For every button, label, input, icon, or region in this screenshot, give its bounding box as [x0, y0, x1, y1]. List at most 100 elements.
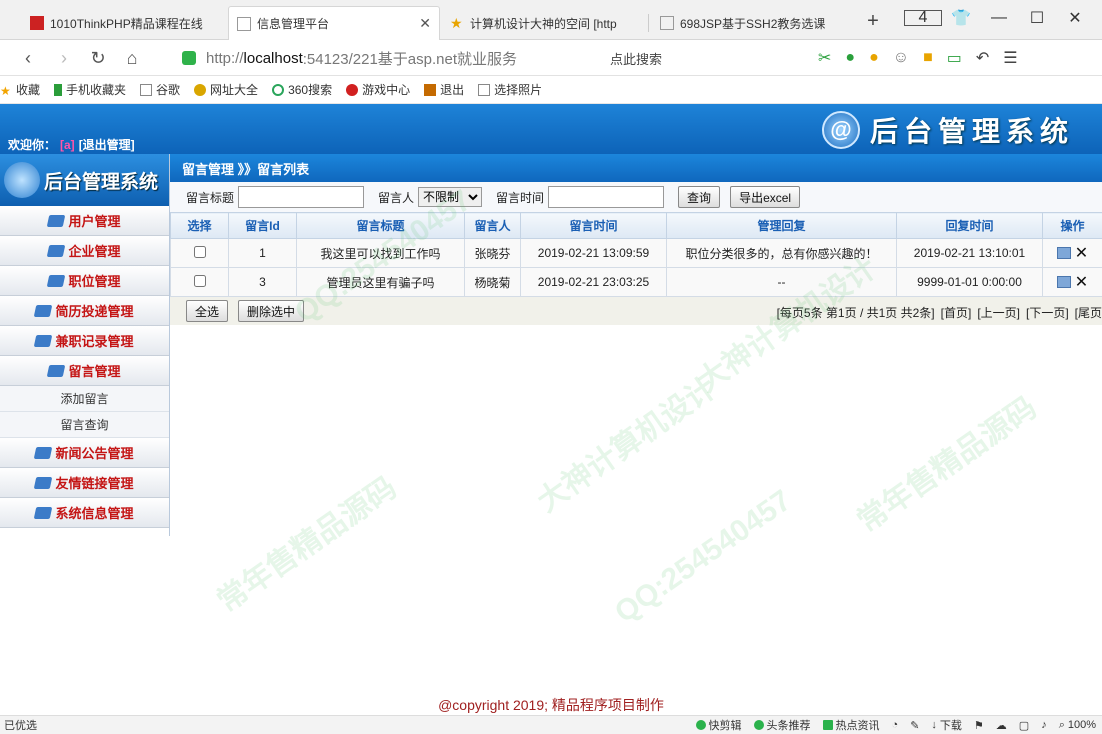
coin-icon[interactable]: ●: [869, 49, 879, 67]
status-download[interactable]: ↓ 下载: [931, 717, 962, 733]
delete-icon[interactable]: ✕: [1075, 245, 1088, 262]
speed-icon[interactable]: ◔: [892, 719, 899, 731]
cell-time: 2019-02-21 23:03:25: [520, 267, 667, 297]
welcome-bar: 欢迎你： [a] [退出管理]: [8, 138, 135, 152]
tab-count-badge[interactable]: 4: [904, 9, 942, 27]
tab-title: 698JSP基于SSH2教务选课: [680, 16, 826, 31]
browser-nav-bar: ‹ › ↻ ⌂ http://localhost:54123/221基于asp.…: [0, 40, 1102, 76]
menu-icon[interactable]: ☰: [1003, 48, 1017, 68]
tab-close-icon[interactable]: ✕: [419, 15, 431, 32]
bookmark-games[interactable]: 游戏中心: [346, 81, 410, 98]
maximize-icon[interactable]: ☐: [1018, 8, 1056, 28]
status-tools: 快剪辑 头条推荐 热点资讯 ◔ ✎ ↓ 下载 ⚑ ☁ ▢ ♪ ⌕ 100%: [695, 717, 1102, 733]
menu-item-icon: [47, 244, 66, 257]
tab-title: 信息管理平台: [257, 17, 330, 31]
status-quick-clip[interactable]: 快剪辑: [695, 717, 742, 733]
sidebar-item-parttime[interactable]: 兼职记录管理: [0, 326, 169, 356]
flag-icon[interactable]: ⚑: [974, 719, 984, 732]
watermark: 常年售精品源码: [851, 391, 1043, 539]
bookmark-mobile[interactable]: 手机收藏夹: [54, 81, 126, 98]
forward-icon[interactable]: ›: [52, 46, 76, 70]
play-icon: [695, 720, 706, 730]
row-checkbox[interactable]: [193, 274, 206, 287]
bookmark-exit[interactable]: 退出: [424, 81, 464, 98]
browser-tab-2[interactable]: 信息管理平台 ✕: [228, 6, 440, 40]
refresh-icon[interactable]: ↻: [86, 46, 110, 70]
select-all-button[interactable]: 全选: [186, 300, 229, 322]
battery-icon[interactable]: ▭: [947, 48, 962, 68]
system-title: @ 后台管理系统: [821, 110, 1074, 150]
volume-icon[interactable]: ♪: [1041, 719, 1047, 731]
play-icon: [753, 720, 764, 730]
close-window-icon[interactable]: ✕: [1056, 8, 1094, 28]
sidebar-item-news[interactable]: 新闻公告管理: [0, 438, 169, 468]
username[interactable]: [a]: [60, 138, 75, 152]
browser-tab-1[interactable]: 1010ThinkPHP精品课程在线: [22, 6, 228, 40]
mail-icon[interactable]: ☺: [893, 49, 909, 67]
cell-reply: 职位分类很多的，总有你感兴趣的！: [666, 238, 897, 268]
cell-title: 我这里可以找到工作吗: [296, 238, 465, 268]
status-hot-news[interactable]: 热点资讯: [822, 717, 880, 733]
bookmark-google[interactable]: 谷歌: [140, 81, 180, 98]
browser-tab-4[interactable]: 698JSP基于SSH2教务选课: [652, 6, 852, 40]
pager-first[interactable]: [首页]: [941, 304, 972, 321]
star-icon: ★: [0, 83, 11, 98]
submenu-add-message[interactable]: 添加留言: [0, 386, 169, 412]
cloud-icon[interactable]: ☁: [996, 719, 1007, 732]
sidebar: 后台管理系统 用户管理 企业管理 职位管理 简历投递管理 兼职记录管理 留言管理…: [0, 154, 170, 536]
col-reply-time: 回复时间: [896, 212, 1043, 239]
sidebar-item-messages[interactable]: 留言管理: [0, 356, 169, 386]
pager-last[interactable]: [尾页: [1075, 304, 1102, 321]
browser-extensions: ✂ ● ● ☺ ■ ▭ ↶ ☰: [818, 48, 1018, 68]
title-filter-input[interactable]: [238, 186, 365, 208]
translate-icon[interactable]: ●: [845, 49, 855, 67]
sidebar-item-users[interactable]: 用户管理: [0, 206, 169, 236]
browser-search-input[interactable]: 点此搜索: [604, 45, 794, 71]
pager-prev[interactable]: [上一页]: [977, 304, 1020, 321]
menu-item-icon: [47, 214, 66, 227]
globe-icon: [194, 83, 207, 96]
sidebar-item-jobs[interactable]: 职位管理: [0, 266, 169, 296]
export-excel-button[interactable]: 导出excel: [730, 186, 801, 208]
undo-icon[interactable]: ↶: [976, 48, 989, 68]
zoom-control[interactable]: ⌕ 100%: [1059, 719, 1096, 732]
address-bar[interactable]: http://localhost:54123/221基于asp.net就业服务: [170, 45, 590, 71]
bookmark-favorites[interactable]: ★ 收藏: [0, 81, 40, 98]
sidebar-item-sysinfo[interactable]: 系统信息管理: [0, 498, 169, 528]
app-header: 欢迎你： [a] [退出管理] @ 后台管理系统: [0, 104, 1102, 154]
logout-link[interactable]: [退出管理]: [79, 138, 135, 152]
scissors-icon[interactable]: ✂: [818, 48, 831, 68]
minimize-icon[interactable]: —: [980, 9, 1018, 27]
edit-icon[interactable]: [1056, 276, 1071, 288]
skin-icon[interactable]: 👕: [942, 8, 980, 28]
watermark: QQ:254540457: [608, 483, 798, 630]
screenshot-icon[interactable]: ▢: [1019, 719, 1029, 732]
home-icon[interactable]: ⌂: [120, 46, 144, 70]
pagination: [每页5条 第1页 / 共1页 共2条] [首页] [上一页] [下一页] [尾…: [777, 304, 1102, 321]
col-actions: 操作: [1042, 212, 1102, 239]
browser-tab-3[interactable]: ★ 计算机设计大神的空间 [http: [442, 6, 648, 40]
person-filter-select[interactable]: 不限制: [418, 187, 483, 207]
delete-selected-button[interactable]: 删除选中: [238, 300, 305, 322]
sidebar-item-links[interactable]: 友情链接管理: [0, 468, 169, 498]
tools-icon[interactable]: ✎: [910, 719, 919, 732]
at-logo-icon: @: [821, 111, 860, 149]
sidebar-item-companies[interactable]: 企业管理: [0, 236, 169, 266]
status-headlines[interactable]: 头条推荐: [753, 717, 811, 733]
submenu-query-message[interactable]: 留言查询: [0, 412, 169, 438]
edit-icon[interactable]: [1056, 247, 1071, 259]
delete-icon[interactable]: ✕: [1075, 274, 1088, 291]
sidebar-item-resumes[interactable]: 简历投递管理: [0, 296, 169, 326]
bookmark-360[interactable]: 360搜索: [272, 81, 332, 98]
query-button[interactable]: 查询: [678, 186, 721, 208]
back-icon[interactable]: ‹: [16, 46, 40, 70]
main-content: 留言管理 》》留言列表 留言标题 留言人 不限制 留言时间 查询 导出excel…: [170, 154, 1102, 334]
pager-next[interactable]: [下一页]: [1026, 304, 1069, 321]
bookmark-sites[interactable]: 网址大全: [194, 81, 258, 98]
time-filter-input[interactable]: [548, 186, 665, 208]
col-title: 留言标题: [296, 212, 465, 239]
row-checkbox[interactable]: [193, 245, 206, 258]
apps-icon[interactable]: ■: [923, 49, 933, 67]
bookmark-photos[interactable]: 选择照片: [478, 81, 542, 98]
new-tab-button[interactable]: +: [862, 10, 884, 33]
